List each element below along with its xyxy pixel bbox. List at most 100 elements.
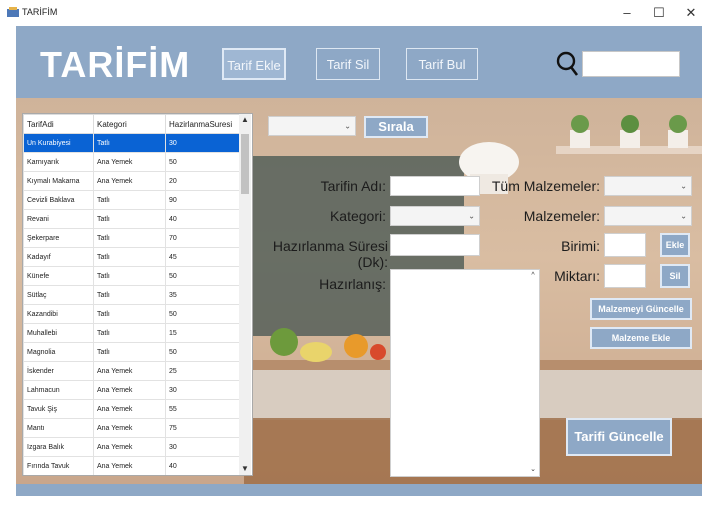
update-recipe-button[interactable]: Tarifi Güncelle xyxy=(566,418,672,456)
table-row[interactable]: Un Kurabiyesi Tatlı 30 xyxy=(23,133,240,153)
cell-category[interactable]: Ana Yemek xyxy=(93,152,166,172)
column-header-time[interactable]: HazirlanmaSuresi xyxy=(165,114,240,134)
cell-category[interactable]: Tatlı xyxy=(93,304,166,324)
cell-prep-time[interactable]: 40 xyxy=(165,209,240,229)
cell-recipe-name[interactable]: İskender xyxy=(23,361,94,381)
scroll-down-icon[interactable]: ▼ xyxy=(239,463,251,475)
search-icon[interactable] xyxy=(556,50,580,78)
cell-category[interactable]: Ana Yemek xyxy=(93,399,166,419)
cell-prep-time[interactable]: 70 xyxy=(165,228,240,248)
cell-prep-time[interactable]: 45 xyxy=(165,247,240,267)
cell-prep-time[interactable]: 90 xyxy=(165,190,240,210)
cell-prep-time[interactable]: 50 xyxy=(165,152,240,172)
cell-recipe-name[interactable]: Muhallebi xyxy=(23,323,94,343)
cell-category[interactable]: Tatlı xyxy=(93,247,166,267)
cell-recipe-name[interactable]: Izgara Balık xyxy=(23,437,94,457)
scroll-up-icon[interactable]: ▲ xyxy=(239,114,251,126)
cell-prep-time[interactable]: 75 xyxy=(165,418,240,438)
maximize-button[interactable]: ☐ xyxy=(646,4,672,22)
amount-input[interactable] xyxy=(604,264,646,288)
table-row[interactable]: İskender Ana Yemek 25 xyxy=(23,361,240,381)
cell-prep-time[interactable]: 30 xyxy=(165,380,240,400)
cell-category[interactable]: Tatlı xyxy=(93,285,166,305)
table-row[interactable]: Karnıyarık Ana Yemek 50 xyxy=(23,152,240,172)
cell-recipe-name[interactable]: Fırında Tavuk xyxy=(23,456,94,475)
cell-recipe-name[interactable]: Künefe xyxy=(23,266,94,286)
cell-category[interactable]: Tatlı xyxy=(93,133,166,153)
table-row[interactable]: Tavuk Şiş Ana Yemek 55 xyxy=(23,399,240,419)
instructions-scrollbar[interactable]: ^ ⌄ xyxy=(527,270,539,476)
cell-recipe-name[interactable]: Magnolia xyxy=(23,342,94,362)
table-row[interactable]: Künefe Tatlı 50 xyxy=(23,266,240,286)
scroll-thumb[interactable] xyxy=(241,134,249,194)
all-ingredients-dropdown[interactable]: ⌄ xyxy=(604,176,692,196)
table-row[interactable]: Kıymalı Makarna Ana Yemek 20 xyxy=(23,171,240,191)
update-ingredient-button[interactable]: Malzemeyi Güncelle xyxy=(590,298,692,320)
table-row[interactable]: Lahmacun Ana Yemek 30 xyxy=(23,380,240,400)
cell-recipe-name[interactable]: Kadayıf xyxy=(23,247,94,267)
sort-dropdown[interactable]: ⌄ xyxy=(268,116,356,136)
table-row[interactable]: Fırında Tavuk Ana Yemek 40 xyxy=(23,456,240,475)
cell-prep-time[interactable]: 20 xyxy=(165,171,240,191)
table-row[interactable]: Cevizli Baklava Tatlı 90 xyxy=(23,190,240,210)
find-recipe-button[interactable]: Tarif Bul xyxy=(406,48,478,80)
category-dropdown[interactable]: ⌄ xyxy=(390,206,480,226)
cell-prep-time[interactable]: 50 xyxy=(165,342,240,362)
add-small-button[interactable]: Ekle xyxy=(660,233,690,257)
column-header-category[interactable]: Kategori xyxy=(93,114,166,134)
add-ingredient-button[interactable]: Malzeme Ekle xyxy=(590,327,692,349)
cell-prep-time[interactable]: 50 xyxy=(165,304,240,324)
sort-button[interactable]: Sırala xyxy=(364,116,428,138)
cell-recipe-name[interactable]: Karnıyarık xyxy=(23,152,94,172)
table-row[interactable]: Revani Tatlı 40 xyxy=(23,209,240,229)
cell-category[interactable]: Ana Yemek xyxy=(93,437,166,457)
minimize-button[interactable]: – xyxy=(614,4,640,22)
cell-recipe-name[interactable]: Revani xyxy=(23,209,94,229)
delete-recipe-button[interactable]: Tarif Sil xyxy=(316,48,380,80)
cell-category[interactable]: Tatlı xyxy=(93,209,166,229)
cell-recipe-name[interactable]: Kazandibi xyxy=(23,304,94,324)
cell-prep-time[interactable]: 30 xyxy=(165,133,240,153)
table-row[interactable]: Muhallebi Tatlı 15 xyxy=(23,323,240,343)
scroll-down-icon[interactable]: ⌄ xyxy=(527,464,539,476)
cell-prep-time[interactable]: 55 xyxy=(165,399,240,419)
ingredients-dropdown[interactable]: ⌄ xyxy=(604,206,692,226)
cell-recipe-name[interactable]: Cevizli Baklava xyxy=(23,190,94,210)
close-button[interactable]: ✕ xyxy=(678,4,704,22)
cell-category[interactable]: Tatlı xyxy=(93,323,166,343)
cell-recipe-name[interactable]: Tavuk Şiş xyxy=(23,399,94,419)
search-input[interactable] xyxy=(582,51,680,77)
cell-category[interactable]: Ana Yemek xyxy=(93,456,166,475)
prep-time-input[interactable] xyxy=(390,234,480,256)
table-row[interactable]: Kazandibi Tatlı 50 xyxy=(23,304,240,324)
cell-prep-time[interactable]: 50 xyxy=(165,266,240,286)
cell-recipe-name[interactable]: Mantı xyxy=(23,418,94,438)
recipe-name-input[interactable] xyxy=(390,176,480,196)
cell-recipe-name[interactable]: Lahmacun xyxy=(23,380,94,400)
table-row[interactable]: Mantı Ana Yemek 75 xyxy=(23,418,240,438)
instructions-textarea[interactable]: ^ ⌄ xyxy=(390,269,540,477)
column-header-name[interactable]: TarifAdi xyxy=(23,114,94,134)
cell-recipe-name[interactable]: Un Kurabiyesi xyxy=(23,133,94,153)
add-recipe-button[interactable]: Tarif Ekle xyxy=(222,48,286,80)
cell-category[interactable]: Tatlı xyxy=(93,342,166,362)
table-row[interactable]: Kadayıf Tatlı 45 xyxy=(23,247,240,267)
cell-prep-time[interactable]: 25 xyxy=(165,361,240,381)
cell-recipe-name[interactable]: Şekerpare xyxy=(23,228,94,248)
cell-prep-time[interactable]: 15 xyxy=(165,323,240,343)
grid-scrollbar[interactable]: ▲ ▼ xyxy=(239,114,251,475)
delete-small-button[interactable]: Sil xyxy=(660,264,690,288)
unit-input[interactable] xyxy=(604,233,646,257)
cell-prep-time[interactable]: 35 xyxy=(165,285,240,305)
cell-category[interactable]: Ana Yemek xyxy=(93,171,166,191)
recipe-grid[interactable]: TarifAdi Kategori HazirlanmaSuresi Un Ku… xyxy=(22,113,253,476)
cell-category[interactable]: Tatlı xyxy=(93,266,166,286)
table-row[interactable]: Izgara Balık Ana Yemek 30 xyxy=(23,437,240,457)
cell-category[interactable]: Ana Yemek xyxy=(93,361,166,381)
table-row[interactable]: Sütlaç Tatlı 35 xyxy=(23,285,240,305)
cell-prep-time[interactable]: 40 xyxy=(165,456,240,475)
cell-prep-time[interactable]: 30 xyxy=(165,437,240,457)
cell-category[interactable]: Tatlı xyxy=(93,228,166,248)
cell-recipe-name[interactable]: Sütlaç xyxy=(23,285,94,305)
cell-category[interactable]: Ana Yemek xyxy=(93,418,166,438)
